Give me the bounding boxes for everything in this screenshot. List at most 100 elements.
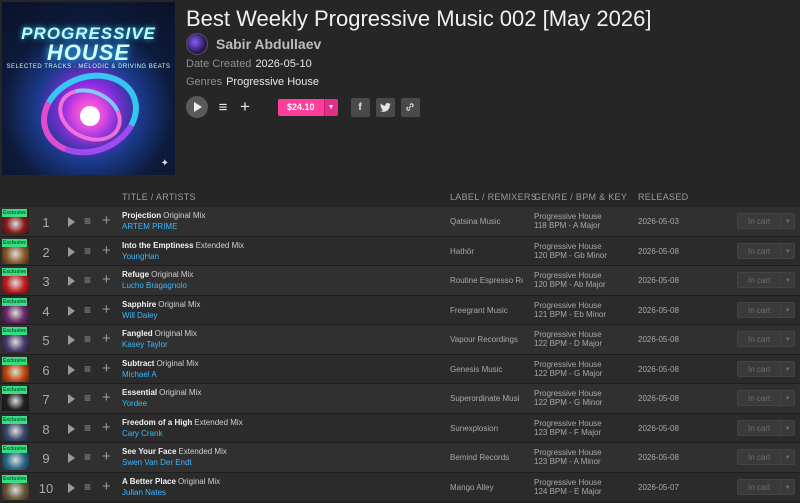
chevron-down-icon[interactable]: ▼ <box>781 272 796 288</box>
track-artwork[interactable]: Exclusive <box>2 386 29 411</box>
header-label[interactable]: LABEL / REMIXERS <box>450 192 537 202</box>
track-artwork[interactable]: Exclusive <box>2 297 29 323</box>
track-artist[interactable]: Lucho Bragagnolo <box>122 281 442 290</box>
in-cart-label[interactable]: In cart <box>737 419 782 436</box>
in-cart-label[interactable]: In cart <box>737 478 782 495</box>
track-mix[interactable]: Original Mix <box>156 359 198 368</box>
add-to-queue-icon[interactable]: ≡ <box>84 214 91 228</box>
track-artwork[interactable]: Exclusive <box>2 238 29 264</box>
table-row[interactable]: Exclusive 6 ≡ + Subtract Original Mix Michael … <box>0 354 800 384</box>
table-row[interactable]: Exclusive 2 ≡ + Into the Emptiness Extended M… <box>0 236 800 266</box>
track-artist[interactable]: Cary Crank <box>122 429 442 438</box>
plus-icon[interactable]: + <box>102 242 111 259</box>
track-genre-name[interactable]: Progressive House <box>534 212 602 221</box>
track-artwork[interactable]: Exclusive <box>2 474 29 500</box>
track-label[interactable]: Vapour Recordings <box>450 335 523 344</box>
track-title[interactable]: Into the Emptiness <box>122 241 194 250</box>
table-row[interactable]: Exclusive 5 ≡ + Fangled Original Mix Kasey Tay… <box>0 325 800 355</box>
in-cart-button[interactable]: In cart ▼ <box>737 419 796 436</box>
track-genre-name[interactable]: Progressive House <box>534 419 602 428</box>
in-cart-button[interactable]: In cart ▼ <box>737 272 796 288</box>
in-cart-label[interactable]: In cart <box>737 360 782 377</box>
plus-icon[interactable]: + <box>102 301 111 318</box>
header-released[interactable]: RELEASED <box>638 192 688 202</box>
track-genre-name[interactable]: Progressive House <box>534 389 602 398</box>
track-artist[interactable]: YoungHan <box>122 252 442 261</box>
track-title-line[interactable]: Essential Original Mix <box>122 388 442 397</box>
track-mix[interactable]: Original Mix <box>155 329 197 338</box>
play-icon[interactable] <box>68 394 75 404</box>
track-mix[interactable]: Extended Mix <box>178 447 226 456</box>
track-label[interactable]: Genesis Music <box>450 365 523 374</box>
chevron-down-icon[interactable]: ▼ <box>781 390 796 406</box>
plus-icon[interactable]: + <box>102 448 111 465</box>
track-genre-name[interactable]: Progressive House <box>534 271 606 280</box>
table-row[interactable]: Exclusive 9 ≡ + See Your Face Extended Mix Swe… <box>0 443 800 473</box>
track-label[interactable]: Qatsina Music <box>450 217 523 226</box>
chevron-down-icon[interactable]: ▼ <box>781 449 796 465</box>
track-artist[interactable]: Will Daley <box>122 311 442 320</box>
play-icon[interactable] <box>68 246 75 257</box>
in-cart-button[interactable]: In cart ▼ <box>737 390 796 406</box>
chevron-down-icon[interactable]: ▼ <box>781 213 796 229</box>
chevron-down-icon[interactable]: ▼ <box>781 301 796 318</box>
track-artwork[interactable]: Exclusive <box>2 268 29 293</box>
in-cart-button[interactable]: In cart ▼ <box>737 242 796 259</box>
track-title-line[interactable]: Sapphire Original Mix <box>122 300 442 309</box>
in-cart-button[interactable]: In cart ▼ <box>737 331 796 347</box>
plus-icon[interactable]: + <box>102 478 111 495</box>
track-title[interactable]: See Your Face <box>122 447 176 456</box>
price-label[interactable]: $24.10 <box>278 98 324 116</box>
track-genre-name[interactable]: Progressive House <box>534 360 602 369</box>
play-icon[interactable] <box>68 217 75 227</box>
play-icon[interactable] <box>68 364 75 375</box>
track-label[interactable]: Bemind Records <box>450 453 523 462</box>
track-title-line[interactable]: Subtract Original Mix <box>122 359 442 368</box>
table-row[interactable]: Exclusive 8 ≡ + Freedom of a High Extended Mi… <box>0 413 800 443</box>
track-artwork[interactable]: Exclusive <box>2 445 29 470</box>
add-to-queue-icon[interactable]: ≡ <box>84 273 91 287</box>
play-button[interactable] <box>186 96 208 118</box>
play-icon[interactable] <box>68 305 75 316</box>
add-to-queue-icon[interactable]: ≡ <box>84 244 91 258</box>
twitter-icon[interactable] <box>375 97 395 117</box>
table-row[interactable]: Exclusive 1 ≡ + Projection Original Mix ARTEM … <box>0 207 800 237</box>
facebook-icon[interactable]: f <box>350 97 370 117</box>
table-row[interactable]: Exclusive 10 ≡ + A Better Place Original Mix J… <box>0 472 800 502</box>
track-mix[interactable]: Extended Mix <box>194 418 242 427</box>
play-icon[interactable] <box>68 276 75 286</box>
table-row[interactable]: Exclusive 7 ≡ + Essential Original Mix Yordee S… <box>0 384 800 414</box>
plus-icon[interactable]: + <box>102 419 111 436</box>
track-artwork[interactable]: Exclusive <box>2 327 29 352</box>
add-to-queue-icon[interactable]: ≡ <box>84 480 91 494</box>
chevron-down-icon[interactable]: ▼ <box>781 419 796 436</box>
track-title[interactable]: Fangled <box>122 329 153 338</box>
track-artist[interactable]: Kasey Taylor <box>122 340 442 349</box>
track-title-line[interactable]: See Your Face Extended Mix <box>122 447 442 456</box>
track-genre-name[interactable]: Progressive House <box>534 330 602 339</box>
track-label[interactable]: Mango Alley <box>450 483 523 492</box>
table-row[interactable]: Exclusive 4 ≡ + Sapphire Original Mix Will Dal… <box>0 295 800 325</box>
in-cart-label[interactable]: In cart <box>737 242 782 259</box>
add-to-queue-icon[interactable]: ≡ <box>84 450 91 464</box>
track-label[interactable]: Freegrant Music <box>450 306 523 315</box>
link-icon[interactable] <box>400 97 420 117</box>
header-genre[interactable]: GENRE / BPM & KEY <box>534 192 627 202</box>
track-label[interactable]: Hathör <box>450 247 523 256</box>
track-title-line[interactable]: A Better Place Original Mix <box>122 477 442 486</box>
table-row[interactable]: Exclusive 3 ≡ + Refuge Original Mix Lucho Brag… <box>0 266 800 296</box>
add-to-queue-icon[interactable]: ≡ <box>84 421 91 435</box>
track-artwork[interactable]: Exclusive <box>2 209 29 234</box>
plus-icon[interactable]: + <box>102 330 111 347</box>
track-artist[interactable]: ARTEM PRIME <box>122 222 442 231</box>
play-icon[interactable] <box>68 335 75 345</box>
track-mix[interactable]: Extended Mix <box>196 241 244 250</box>
track-title-line[interactable]: Projection Original Mix <box>122 211 442 220</box>
release-cover[interactable]: PROGRESSIVE HOUSE SELECTED TRACKS · MELO… <box>2 2 175 175</box>
track-artist[interactable]: Swen Van Der Endt <box>122 458 442 467</box>
in-cart-button[interactable]: In cart ▼ <box>737 213 796 229</box>
track-mix[interactable]: Original Mix <box>151 270 193 279</box>
add-to-queue-icon[interactable]: ≡ <box>84 362 91 376</box>
add-to-queue-icon[interactable]: ≡ <box>84 332 91 346</box>
plus-icon[interactable]: + <box>102 212 111 229</box>
